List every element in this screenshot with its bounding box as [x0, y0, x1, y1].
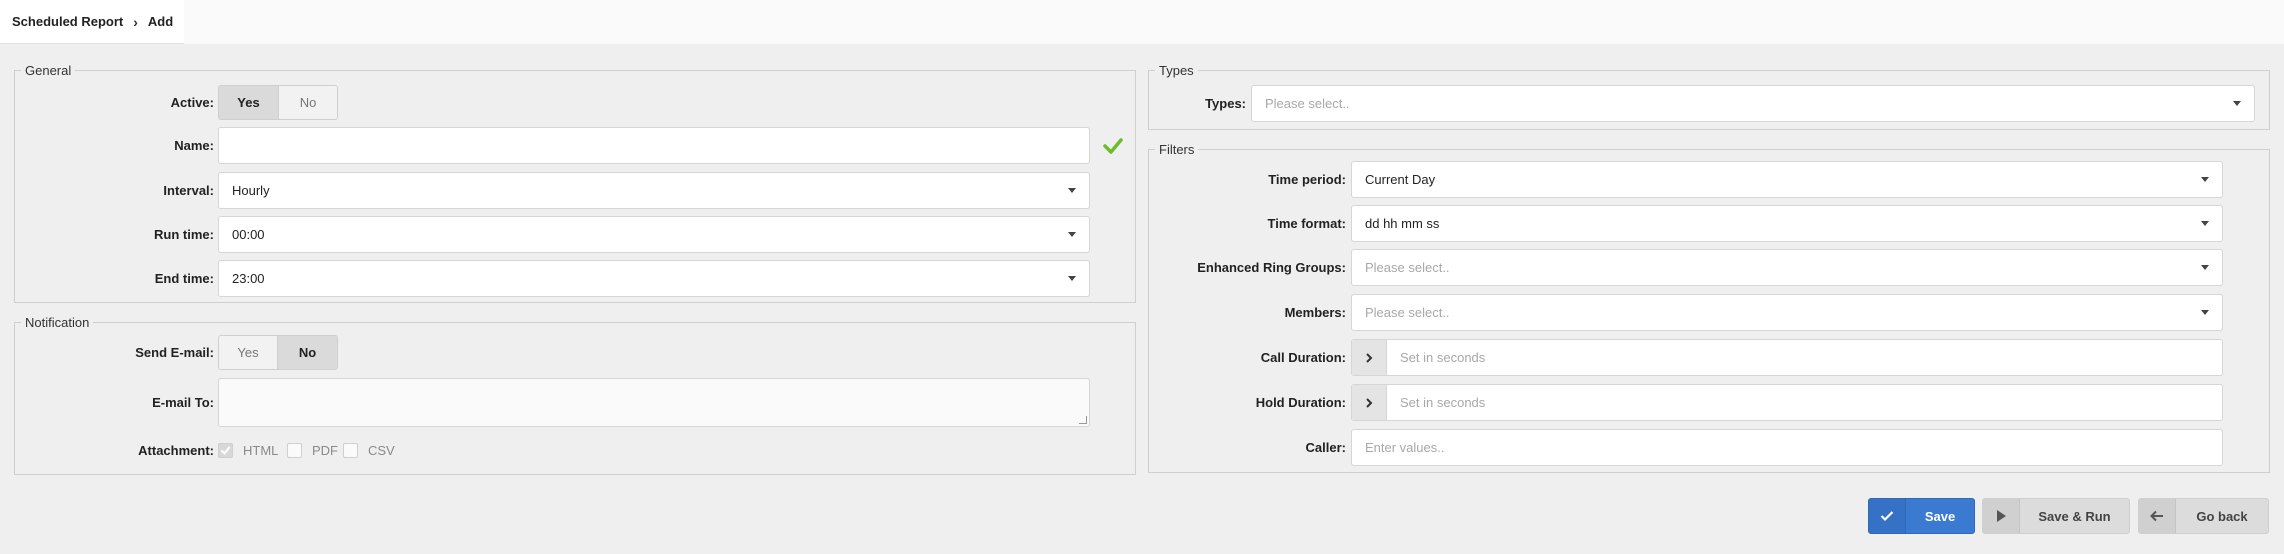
time-period-label: Time period:	[1268, 172, 1346, 187]
time-format-label: Time format:	[1267, 216, 1347, 231]
call-duration-input[interactable]: Set in seconds	[1351, 339, 2223, 376]
general-legend: General	[25, 63, 72, 78]
name-input[interactable]	[218, 127, 1090, 164]
members-label: Members:	[1284, 305, 1346, 320]
arrow-left-icon	[2139, 499, 2176, 533]
time-format-select[interactable]: dd hh mm ss	[1351, 205, 2223, 242]
caller-input[interactable]: Enter values..	[1351, 429, 2223, 466]
filters-legend: Filters	[1159, 142, 1195, 157]
csv-checkbox[interactable]	[343, 443, 358, 458]
top-strip	[184, 0, 2284, 44]
caret-down-icon	[2201, 221, 2209, 226]
save-and-run-button[interactable]: Save & Run	[1982, 498, 2130, 534]
end-time-value: 23:00	[232, 271, 265, 286]
active-toggle: Yes No	[218, 85, 338, 120]
email-to-label: E-mail To:	[152, 395, 214, 410]
html-checkbox[interactable]	[218, 443, 233, 458]
active-label: Active:	[170, 95, 214, 110]
attachment-label: Attachment:	[138, 443, 214, 458]
ring-groups-select[interactable]: Please select..	[1351, 249, 2223, 286]
hold-duration-label: Hold Duration:	[1255, 395, 1346, 410]
save-button[interactable]: Save	[1868, 498, 1975, 534]
interval-select[interactable]: Hourly	[218, 172, 1090, 209]
send-email-no-button[interactable]: No	[278, 336, 337, 369]
chevron-right-icon[interactable]	[1352, 385, 1387, 420]
caret-down-icon	[2201, 265, 2209, 270]
caller-label: Caller:	[1305, 440, 1346, 455]
email-to-textarea[interactable]	[218, 378, 1090, 427]
breadcrumb-current: Add	[147, 14, 174, 29]
caret-down-icon	[1068, 276, 1076, 281]
name-label: Name:	[174, 138, 214, 153]
active-no-button[interactable]: No	[278, 86, 337, 119]
run-time-select[interactable]: 00:00	[218, 216, 1090, 253]
breadcrumb: Scheduled Report › Add	[0, 0, 184, 44]
call-duration-placeholder: Set in seconds	[1400, 350, 1486, 365]
ring-groups-label: Enhanced Ring Groups:	[1197, 260, 1346, 275]
play-icon	[1983, 499, 2020, 533]
active-yes-button[interactable]: Yes	[219, 86, 278, 119]
chevron-right-icon: ›	[133, 13, 138, 30]
breadcrumb-parent[interactable]: Scheduled Report	[12, 14, 123, 29]
run-time-value: 00:00	[232, 227, 265, 242]
hold-duration-input[interactable]: Set in seconds	[1351, 384, 2223, 421]
html-checkbox-label: HTML	[243, 443, 279, 458]
call-duration-label: Call Duration:	[1260, 350, 1346, 365]
time-period-select[interactable]: Current Day	[1351, 161, 2223, 198]
pdf-checkbox-label: PDF	[312, 443, 338, 458]
resize-grip-icon[interactable]	[1079, 416, 1087, 424]
caret-down-icon	[1068, 188, 1076, 193]
checkmark-icon	[1103, 137, 1123, 155]
chevron-right-icon[interactable]	[1352, 340, 1387, 375]
go-back-button[interactable]: Go back	[2138, 498, 2269, 534]
save-button-label: Save	[1924, 508, 1956, 524]
members-select[interactable]: Please select..	[1351, 294, 2223, 331]
checkmark-icon	[1869, 499, 1906, 533]
end-time-select[interactable]: 23:00	[218, 260, 1090, 297]
caret-down-icon	[2233, 101, 2241, 106]
time-period-value: Current Day	[1365, 172, 1436, 187]
time-format-value: dd hh mm ss	[1365, 216, 1440, 231]
caret-down-icon	[2201, 177, 2209, 182]
pdf-checkbox[interactable]	[287, 443, 302, 458]
members-placeholder: Please select..	[1365, 305, 1450, 320]
go-back-button-label: Go back	[2196, 508, 2248, 524]
types-label: Types:	[1205, 96, 1246, 111]
caret-down-icon	[2201, 310, 2209, 315]
interval-value: Hourly	[232, 183, 270, 198]
run-time-label: Run time:	[154, 227, 214, 242]
save-and-run-button-label: Save & Run	[2038, 508, 2111, 524]
interval-label: Interval:	[163, 183, 214, 198]
send-email-yes-button[interactable]: Yes	[219, 336, 278, 369]
csv-checkbox-label: CSV	[368, 443, 395, 458]
notification-legend: Notification	[25, 315, 90, 330]
end-time-label: End time:	[154, 271, 214, 286]
send-email-label: Send E-mail:	[135, 345, 214, 360]
types-placeholder: Please select..	[1265, 96, 1350, 111]
caller-placeholder: Enter values..	[1365, 440, 1445, 455]
ring-groups-placeholder: Please select..	[1365, 260, 1450, 275]
types-select[interactable]: Please select..	[1251, 85, 2255, 122]
types-legend: Types	[1159, 63, 1194, 78]
send-email-toggle: Yes No	[218, 335, 338, 370]
caret-down-icon	[1068, 232, 1076, 237]
hold-duration-placeholder: Set in seconds	[1400, 395, 1486, 410]
